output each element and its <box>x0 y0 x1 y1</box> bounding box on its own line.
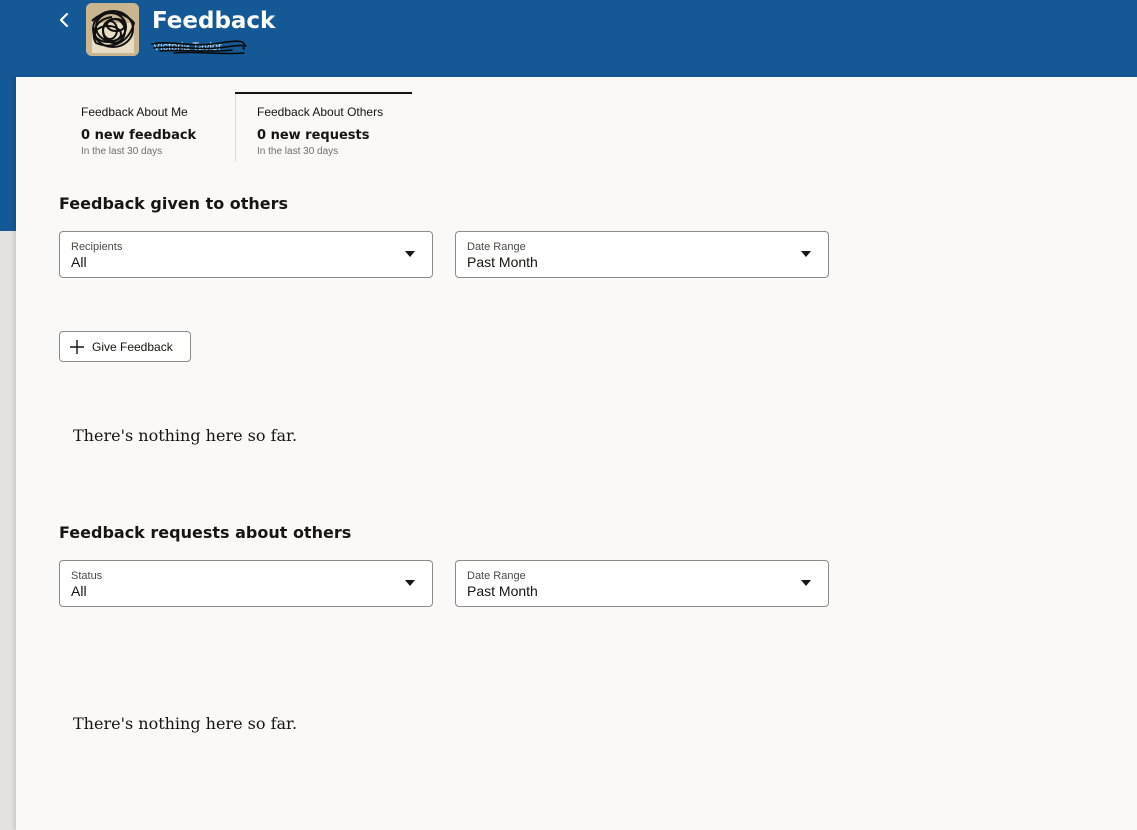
select-label: Status <box>71 570 103 582</box>
back-button[interactable] <box>54 8 74 32</box>
tab-feedback-about-me[interactable]: Feedback About Me 0 new feedback In the … <box>60 92 235 162</box>
recipients-select[interactable]: Recipients All <box>59 231 433 278</box>
given-empty-message: There's nothing here so far. <box>73 426 298 445</box>
select-value: Past Month <box>467 583 538 599</box>
select-label: Recipients <box>71 241 123 253</box>
button-label: Give Feedback <box>92 339 173 354</box>
tab-label: Feedback About Me <box>81 105 188 119</box>
select-value: All <box>71 254 87 270</box>
chevron-left-icon <box>59 12 69 28</box>
plus-icon <box>69 339 85 355</box>
caret-down-icon <box>405 251 415 257</box>
tab-count: 0 new requests <box>257 128 370 143</box>
left-gutter <box>0 231 16 830</box>
redaction-scribble <box>151 40 247 55</box>
select-label: Date Range <box>467 241 526 253</box>
tab-caption: In the last 30 days <box>81 146 163 157</box>
user-photo <box>86 3 139 56</box>
select-label: Date Range <box>467 570 526 582</box>
tab-count: 0 new feedback <box>81 128 197 143</box>
caret-down-icon <box>801 251 811 257</box>
page-title: Feedback <box>152 8 276 34</box>
header-band <box>0 77 16 231</box>
select-value: Past Month <box>467 254 538 270</box>
requests-date-range-select[interactable]: Date Range Past Month <box>455 560 829 607</box>
select-value: All <box>71 583 87 599</box>
caret-down-icon <box>801 580 811 586</box>
avatar <box>86 3 139 56</box>
tab-label: Feedback About Others <box>257 105 384 119</box>
tab-feedback-about-others[interactable]: Feedback About Others 0 new requests In … <box>235 92 412 162</box>
give-feedback-button[interactable]: Give Feedback <box>59 331 191 362</box>
caret-down-icon <box>405 580 415 586</box>
given-date-range-select[interactable]: Date Range Past Month <box>455 231 829 278</box>
status-select[interactable]: Status All <box>59 560 433 607</box>
section-title-given: Feedback given to others <box>59 194 289 213</box>
feedback-tabs: Feedback About Me 0 new feedback In the … <box>60 92 412 162</box>
requests-empty-message: There's nothing here so far. <box>73 714 298 733</box>
tab-caption: In the last 30 days <box>257 146 339 157</box>
section-title-requests: Feedback requests about others <box>59 523 352 542</box>
